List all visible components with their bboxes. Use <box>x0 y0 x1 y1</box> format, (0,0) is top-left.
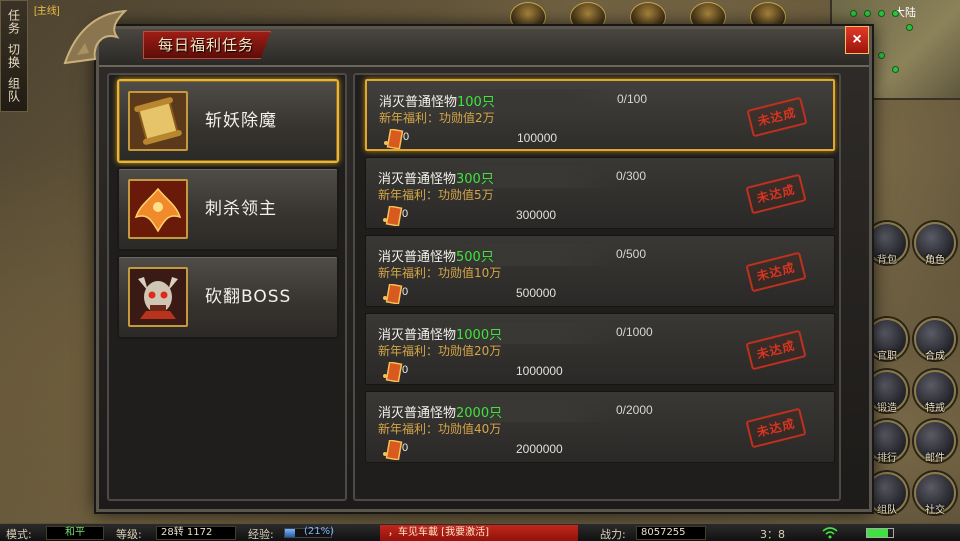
ticket-icon <box>383 284 403 304</box>
task-progress: 0/500 <box>616 247 647 261</box>
phoenix-icon <box>128 179 188 239</box>
task-title: 消灭普通怪物300只 <box>378 172 494 187</box>
tab-team[interactable]: 组队 <box>6 77 23 103</box>
ticket-icon <box>383 440 403 460</box>
power-label: 战力: <box>600 528 626 541</box>
exp-label: 经验: <box>248 528 274 541</box>
task-row[interactable]: 消灭普通怪物1000只 新年福利：功勋值20万 0/1000 0 1000000… <box>365 313 835 385</box>
task-title: 消灭普通怪物500只 <box>378 250 494 265</box>
tab-switch[interactable]: 切换 <box>6 43 23 69</box>
task-title: 消灭普通怪物2000只 <box>378 406 503 421</box>
dialog-header: 每日福利任务 × <box>63 9 869 67</box>
minimap-marker <box>878 10 885 17</box>
merit-value: 1000000 <box>516 364 563 378</box>
task-reward: 新年福利：功勋值10万 <box>378 266 502 280</box>
character-button[interactable]: 角色 <box>914 222 956 266</box>
ticket-icon <box>383 206 403 226</box>
task-progress: 0/2000 <box>616 403 653 417</box>
task-title: 消灭普通怪物1000只 <box>378 328 503 343</box>
ticket-count: 0 <box>403 131 410 143</box>
wifi-icon <box>822 527 838 539</box>
leaderboard-button[interactable]: 排行 <box>866 420 908 464</box>
status-stamp: 未达成 <box>745 329 807 371</box>
rank-button[interactable]: 官职 <box>866 318 908 362</box>
task-count: 100只 <box>457 95 495 110</box>
task-title: 消灭普通怪物100只 <box>379 95 495 110</box>
tab-task[interactable]: 任务 <box>6 9 23 35</box>
ticket-count: 0 <box>402 286 409 298</box>
close-button[interactable]: × <box>845 26 869 54</box>
category-label: 斩妖除魔 <box>205 111 277 131</box>
mode-value[interactable]: 和平 <box>46 526 104 540</box>
merit-value: 100000 <box>517 131 558 145</box>
task-count: 2000只 <box>456 406 503 421</box>
social-button[interactable]: 社交 <box>914 472 956 516</box>
category-slay-boss[interactable]: 砍翻BOSS <box>117 255 339 339</box>
task-reward: 新年福利：功勋值40万 <box>378 422 502 436</box>
battery-icon <box>866 528 894 538</box>
chat-ticker[interactable]: ，车见车載 [我要激活] <box>380 525 578 541</box>
minimap-marker <box>906 24 913 31</box>
merit-value: 2000000 <box>516 442 563 456</box>
mail-button[interactable]: 邮件 <box>914 420 956 464</box>
dragon-ornament-icon <box>63 9 128 65</box>
minimap-marker <box>850 10 857 17</box>
task-progress: 0/100 <box>617 92 648 106</box>
status-stamp: 未达成 <box>745 407 807 449</box>
category-label: 砍翻BOSS <box>205 287 292 307</box>
task-count: 1000只 <box>456 328 503 343</box>
scroll-icon <box>128 91 188 151</box>
ticket-count: 0 <box>402 364 409 376</box>
task-reward: 新年福利：功勋值5万 <box>378 188 494 202</box>
task-progress: 0/300 <box>616 169 647 183</box>
power-value: 8057255 <box>636 526 706 540</box>
level-label: 等级: <box>116 528 142 541</box>
task-count: 300只 <box>456 172 494 187</box>
merit-value: 300000 <box>516 208 557 222</box>
minimap-marker <box>864 10 871 17</box>
bottom-status-bar: 模式: 和平 等级: 28转 1172 经验: (21%) ，车见车載 [我要激… <box>0 523 960 541</box>
task-row[interactable]: 消灭普通怪物500只 新年福利：功勋值10万 0/500 0 500000 未达… <box>365 235 835 307</box>
left-tab-strip: 任务 切换 组队 <box>0 0 28 112</box>
task-list-panel: 消灭普通怪物100只 新年福利：功勋值2万 0/100 0 100000 未达成… <box>353 73 841 501</box>
ticket-icon <box>383 362 403 382</box>
ticket-count: 0 <box>402 208 409 220</box>
task-count: 500只 <box>456 250 494 265</box>
status-stamp: 未达成 <box>746 96 808 138</box>
task-reward: 新年福利：功勋值20万 <box>378 344 502 358</box>
ticket-icon <box>384 129 404 149</box>
bag-button[interactable]: 背包 <box>866 222 908 266</box>
mode-label: 模式: <box>6 528 32 541</box>
forge-button[interactable]: 锻造 <box>866 370 908 414</box>
status-stamp: 未达成 <box>745 251 807 293</box>
team-button[interactable]: 组队 <box>866 472 908 516</box>
compose-button[interactable]: 合成 <box>914 318 956 362</box>
dialog-title: 每日福利任务 <box>143 31 272 59</box>
task-row[interactable]: 消灭普通怪物100只 新年福利：功勋值2万 0/100 0 100000 未达成 <box>365 79 835 151</box>
minimap-marker <box>892 10 899 17</box>
task-row[interactable]: 消灭普通怪物2000只 新年福利：功勋值40万 0/2000 0 2000000… <box>365 391 835 463</box>
task-progress: 0/1000 <box>616 325 653 339</box>
category-slay-demons[interactable]: 斩妖除魔 <box>117 79 339 163</box>
minimap-marker <box>878 52 885 59</box>
task-row[interactable]: 消灭普通怪物300只 新年福利：功勋值5万 0/300 0 300000 未达成 <box>365 157 835 229</box>
exp-percent: (21%) <box>304 526 335 537</box>
clock: 3：8 <box>760 528 785 541</box>
category-panel: 斩妖除魔 刺杀领主 砍翻BOSS <box>107 73 347 501</box>
skull-demon-icon <box>128 267 188 327</box>
status-stamp: 未达成 <box>745 173 807 215</box>
task-reward: 新年福利：功勋值2万 <box>379 111 495 125</box>
category-assassinate-lord[interactable]: 刺杀领主 <box>117 167 339 251</box>
level-value: 28转 1172 <box>156 526 236 540</box>
special-ring-button[interactable]: 特戒 <box>914 370 956 414</box>
minimap-marker <box>892 66 899 73</box>
exp-bar-fill <box>285 529 295 537</box>
category-label: 刺杀领主 <box>205 199 277 219</box>
ticket-count: 0 <box>402 442 409 454</box>
daily-welfare-task-dialog: 每日福利任务 × 斩妖除魔 刺杀领主 砍翻BOSS 消灭普通怪物100只 新年福… <box>63 9 872 512</box>
merit-value: 500000 <box>516 286 557 300</box>
